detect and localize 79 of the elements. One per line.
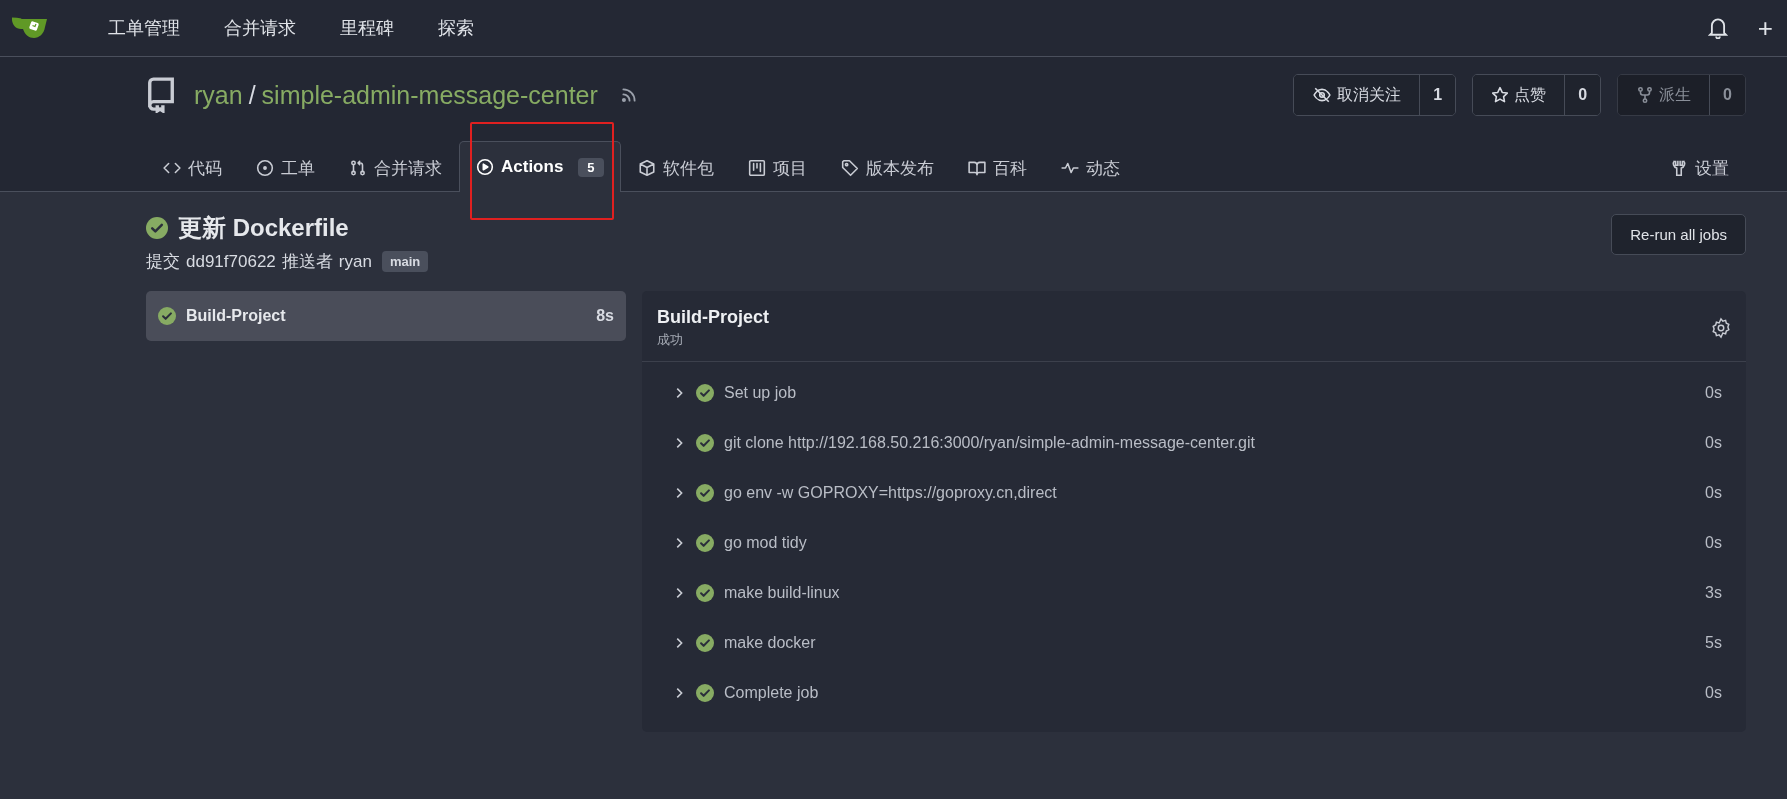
job-step-row[interactable]: make docker 5s: [642, 618, 1746, 668]
success-check-icon: [696, 484, 714, 502]
success-check-icon: [146, 217, 168, 239]
step-name: go mod tidy: [724, 534, 808, 552]
job-list-item[interactable]: Build-Project 8s: [146, 291, 626, 341]
play-circle-icon: [476, 158, 494, 176]
success-check-icon: [696, 434, 714, 452]
repository-tab[interactable]: 工单: [239, 143, 332, 192]
job-status-text: 成功: [657, 331, 684, 349]
step-name: go env -w GOPROXY=https://goproxy.cn,direct: [724, 484, 1058, 502]
tag-icon: [840, 159, 859, 177]
job-step-row[interactable]: go mod tidy 0s: [642, 518, 1746, 568]
pusher-label: 推送者: [281, 251, 333, 273]
book-icon: [967, 159, 986, 177]
nav-link[interactable]: 里程碑: [318, 16, 416, 40]
step-duration: 0s: [1705, 484, 1722, 502]
job-duration: 8s: [596, 307, 614, 325]
step-name: make docker: [724, 634, 817, 652]
tab-count-badge: 5: [578, 157, 604, 177]
job-step-row[interactable]: go env -w GOPROXY=https://goproxy.cn,direct 0s: [642, 468, 1746, 518]
repository-owner-link[interactable]: ryan: [194, 80, 243, 110]
step-duration: 0s: [1705, 434, 1722, 452]
count-badge[interactable]: 1: [1419, 75, 1456, 115]
job-title: Build-Project: [657, 307, 769, 328]
step-duration: 3s: [1705, 584, 1722, 602]
nav-link[interactable]: 工单管理: [86, 16, 202, 40]
step-name: Set up job: [724, 384, 798, 402]
job-step-row[interactable]: Complete job 0s: [642, 668, 1746, 718]
pull-request-icon: [349, 159, 367, 177]
eye-slash-icon: [1312, 86, 1333, 104]
step-name: make build-linux: [724, 584, 841, 602]
notification-bell-icon[interactable]: [1707, 17, 1728, 39]
job-step-row[interactable]: Set up job 0s: [642, 368, 1746, 418]
commit-label: 提交: [146, 251, 180, 273]
success-check-icon: [158, 307, 176, 325]
job-step-row[interactable]: git clone http://192.168.50.216:3000/ryan/simple-admin-message-center.git 0s: [642, 418, 1746, 468]
nav-link[interactable]: 合并请求: [202, 16, 318, 40]
issue-circle-icon: [256, 159, 274, 177]
nav-link[interactable]: 探索: [416, 16, 496, 40]
success-check-icon: [696, 534, 714, 552]
create-menu-button[interactable]: +: [1757, 12, 1787, 44]
watch-button[interactable]: 取消关注: [1294, 75, 1420, 115]
repository-tab[interactable]: 动态: [1043, 143, 1137, 192]
repository-icon: [146, 77, 176, 113]
path-separator: /: [248, 80, 256, 110]
star-icon: [1491, 86, 1510, 104]
repository-tab[interactable]: 代码: [146, 143, 239, 192]
repository-tab[interactable]: 百科: [950, 143, 1044, 192]
fork-icon: [1636, 86, 1655, 104]
step-name: git clone http://192.168.50.216:3000/ryan/simple-admin-message-center.git: [724, 434, 1256, 452]
settings-icon[interactable]: [1710, 317, 1732, 339]
job-name: Build-Project: [186, 307, 287, 325]
settings-tab[interactable]: 设置: [1653, 143, 1746, 192]
repository-tab[interactable]: Actions 5: [459, 141, 621, 192]
rerun-all-jobs-button[interactable]: Re-run all jobs: [1611, 214, 1746, 255]
step-name: Complete job: [724, 684, 820, 702]
pusher-link[interactable]: ryan: [338, 251, 372, 272]
success-check-icon: [696, 684, 714, 702]
success-check-icon: [696, 384, 714, 402]
run-title: 更新 Dockerfile: [178, 213, 349, 243]
step-duration: 0s: [1705, 534, 1722, 552]
repository-tab[interactable]: 软件包: [620, 143, 731, 192]
rss-feed-icon[interactable]: [619, 86, 638, 104]
step-duration: 0s: [1705, 684, 1722, 702]
success-check-icon: [696, 634, 714, 652]
success-check-icon: [696, 584, 714, 602]
repository-name-link[interactable]: simple-admin-message-center: [261, 80, 598, 110]
commit-sha-link[interactable]: dd91f70622: [186, 251, 276, 272]
project-board-icon: [747, 159, 766, 177]
repository-tab[interactable]: 版本发布: [823, 143, 951, 192]
star-button[interactable]: 点赞: [1473, 75, 1565, 115]
repository-tab[interactable]: 合并请求: [332, 143, 459, 192]
repository-tab[interactable]: 项目: [730, 143, 824, 192]
step-duration: 0s: [1705, 384, 1722, 402]
count-badge[interactable]: 0: [1564, 75, 1601, 115]
package-box-icon: [637, 159, 656, 177]
job-step-row[interactable]: make build-linux 3s: [642, 568, 1746, 618]
branch-tag[interactable]: main: [381, 251, 429, 272]
step-duration: 5s: [1705, 634, 1722, 652]
